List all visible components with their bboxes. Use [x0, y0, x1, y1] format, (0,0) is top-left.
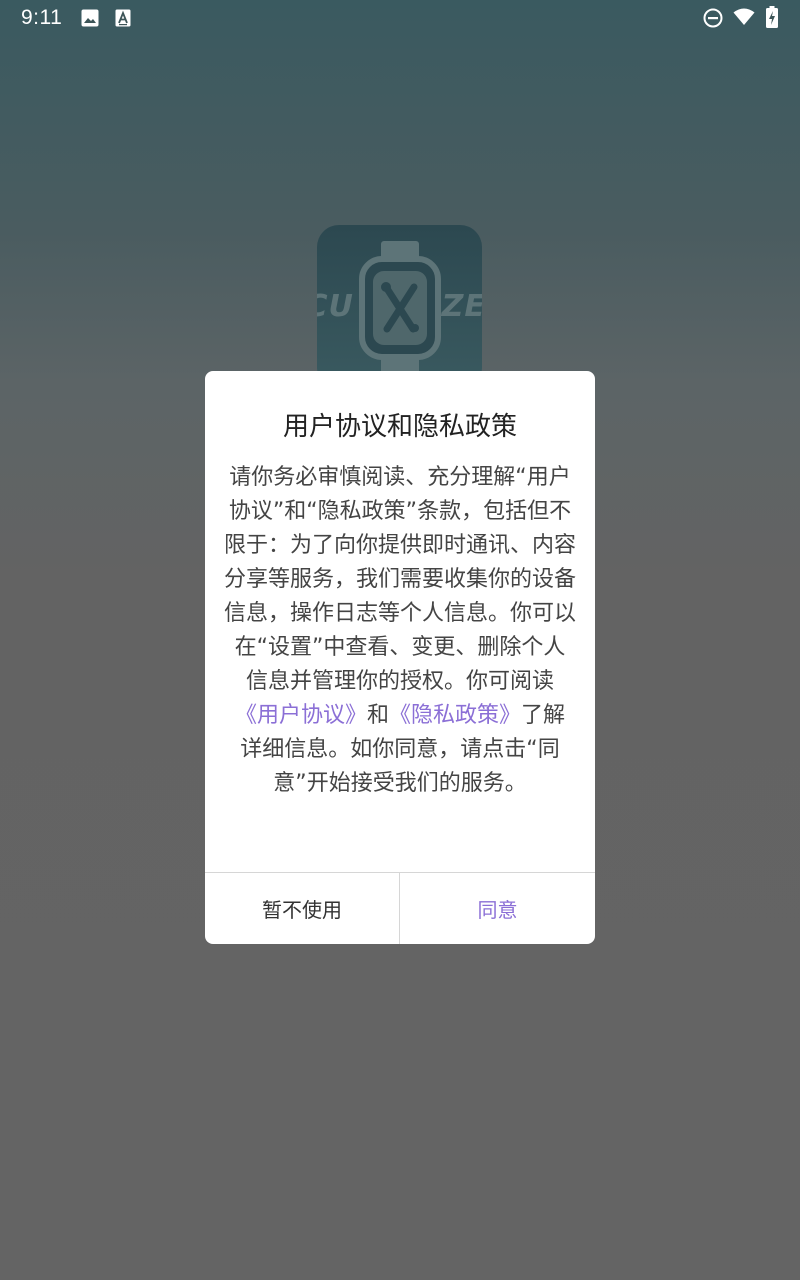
battery-charging-icon	[766, 6, 778, 32]
status-bar: 9:11	[0, 0, 800, 36]
dialog-body-text: 请你务必审慎阅读、充分理解“用户协议”和“隐私政策”条款，包括但不限于：为了向你…	[224, 465, 577, 694]
user-agreement-link[interactable]: 《用户协议》	[235, 703, 367, 728]
wifi-icon	[733, 8, 755, 30]
screen: 9:11 U IZE 用户协议和隐私政策 请你务必审慎阅读、充分理解“用户协议”…	[0, 0, 800, 1280]
decline-button[interactable]: 暂不使用	[205, 873, 399, 944]
do-not-disturb-icon	[703, 8, 723, 32]
text-a-icon	[115, 9, 131, 31]
dialog-title: 用户协议和隐私政策	[282, 412, 517, 442]
dialog-body-and: 和	[366, 703, 389, 728]
smartwatch-tools-icon	[359, 241, 441, 375]
app-logo: CUIZE	[317, 225, 482, 390]
privacy-policy-link[interactable]: 《隐私政策》	[389, 703, 521, 728]
image-icon	[81, 9, 99, 31]
dialog-body: 请你务必审慎阅读、充分理解“用户协议”和“隐私政策”条款，包括但不限于：为了向你…	[224, 461, 576, 801]
status-time: 9:11	[21, 6, 63, 29]
agree-button[interactable]: 同意	[400, 873, 595, 944]
